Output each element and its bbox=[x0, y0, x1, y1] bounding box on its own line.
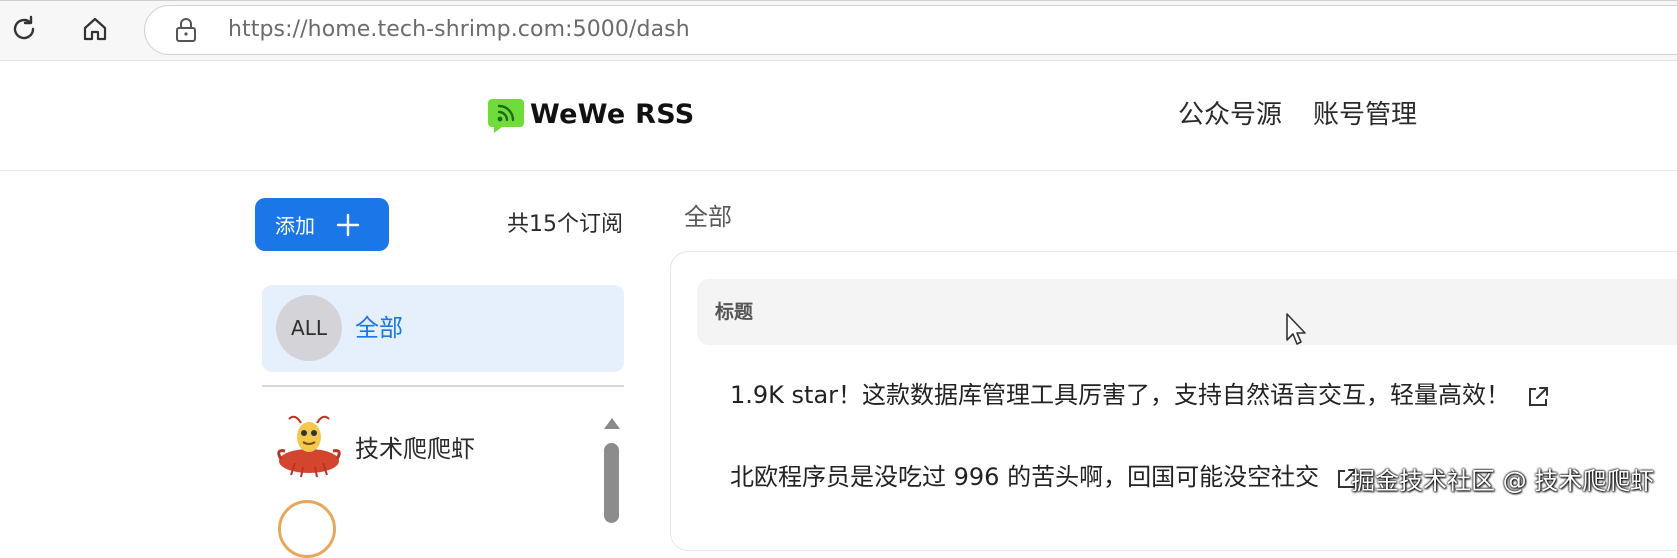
external-link-icon[interactable] bbox=[1526, 383, 1550, 407]
sidebar-item-all[interactable]: ALL 全部 bbox=[262, 285, 624, 372]
home-icon[interactable] bbox=[79, 13, 111, 45]
sidebar-item-label: 全部 bbox=[355, 314, 403, 342]
mouse-cursor-icon bbox=[1285, 312, 1311, 348]
all-avatar: ALL bbox=[276, 295, 342, 361]
sidebar-item-feed[interactable]: 技术爬爬虾 bbox=[262, 405, 582, 491]
article-title[interactable]: 北欧程序员是没吃过 996 的苦头啊，回国可能没空社交 bbox=[730, 459, 1319, 495]
add-button-label: 添加 bbox=[275, 214, 315, 238]
browser-toolbar: https://home.tech-shrimp.com:5000/dash bbox=[0, 0, 1677, 61]
reload-icon[interactable] bbox=[8, 13, 40, 45]
rss-logo-icon[interactable] bbox=[486, 95, 526, 135]
address-bar[interactable]: https://home.tech-shrimp.com:5000/dash bbox=[144, 5, 1677, 55]
lock-icon bbox=[175, 18, 197, 42]
article-title[interactable]: 1.9K star！这款数据库管理工具厉害了，支持自然语言交互，轻量高效！ bbox=[730, 377, 1510, 413]
scroll-up-arrow[interactable] bbox=[604, 418, 620, 429]
section-title: 全部 bbox=[684, 203, 732, 231]
add-subscription-button[interactable]: 添加 bbox=[255, 198, 389, 251]
scrollbar-thumb[interactable] bbox=[604, 443, 619, 523]
table-header: 标题 bbox=[697, 279, 1677, 345]
column-header-title: 标题 bbox=[715, 301, 754, 323]
article-row[interactable]: 1.9K star！这款数据库管理工具厉害了，支持自然语言交互，轻量高效！ bbox=[730, 377, 1550, 413]
watermark-text: 掘金技术社区 @ 技术爬爬虾 bbox=[1351, 467, 1655, 495]
plus-icon bbox=[336, 213, 360, 237]
article-row[interactable]: 北欧程序员是没吃过 996 的苦头啊，回国可能没空社交 bbox=[730, 459, 1359, 495]
nav-accounts[interactable]: 账号管理 bbox=[1313, 93, 1417, 137]
app-header: WeWe RSS 公众号源 账号管理 bbox=[0, 61, 1677, 171]
shrimp-avatar bbox=[273, 413, 345, 481]
sidebar-item-label: 技术爬爬虾 bbox=[355, 435, 475, 463]
nav-feeds[interactable]: 公众号源 bbox=[1178, 93, 1282, 137]
sidebar-divider bbox=[262, 385, 624, 387]
app-title[interactable]: WeWe RSS bbox=[530, 93, 695, 137]
subscription-count: 共15个订阅 bbox=[507, 212, 623, 237]
url-text[interactable]: https://home.tech-shrimp.com:5000/dash bbox=[228, 6, 690, 56]
sidebar-item-feed-avatar[interactable] bbox=[278, 500, 336, 558]
